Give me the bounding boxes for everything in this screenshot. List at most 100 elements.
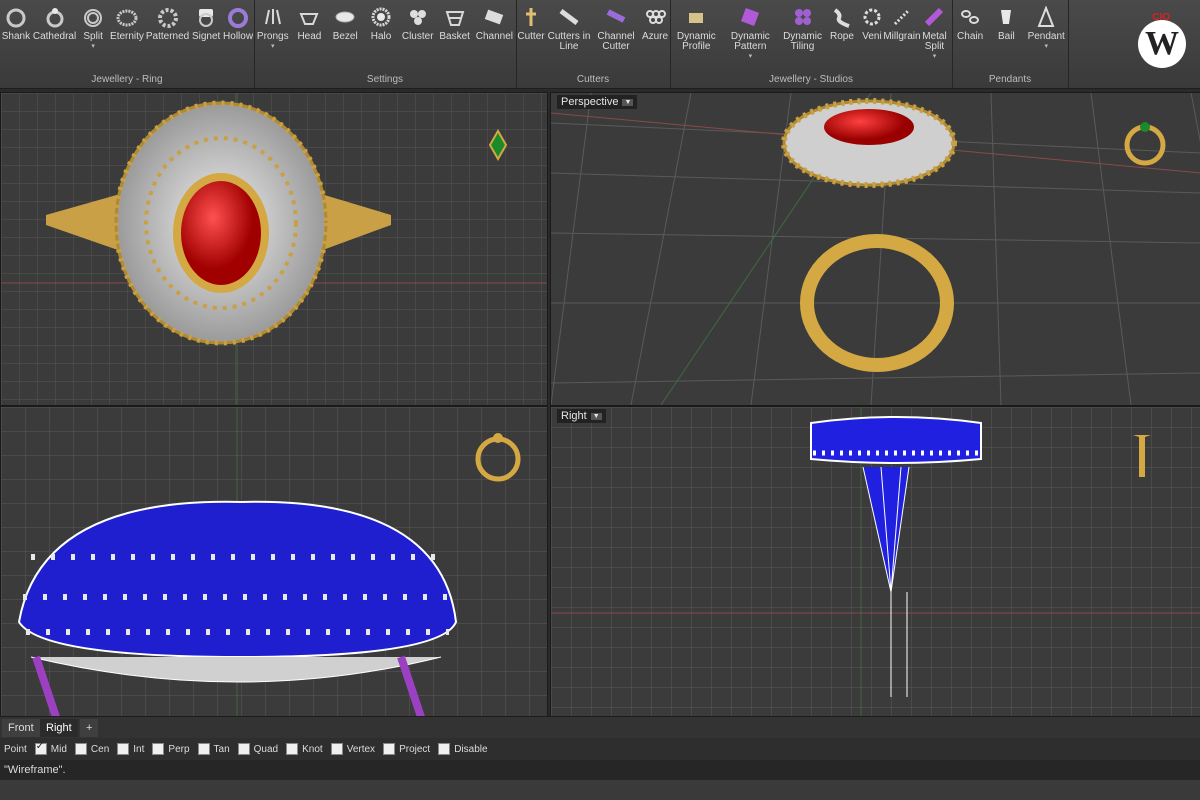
viewport-menu-dropdown-icon[interactable]: ▼ [622, 98, 634, 106]
osnap-label: Point [4, 743, 27, 755]
cluster-tool[interactable]: Cluster [402, 6, 434, 70]
top-view-canvas [1, 93, 547, 405]
command-line[interactable]: "Wireframe". [0, 760, 1200, 780]
tool-label: Channel Cutter [597, 31, 635, 52]
halo-tool[interactable]: Halo [366, 6, 396, 70]
tool-label: Chain [957, 31, 984, 42]
front-view-canvas [1, 407, 547, 717]
viewport-perspective[interactable]: Perspective ▼ [550, 92, 1200, 406]
tool-label: Bail [998, 31, 1015, 42]
checkbox[interactable] [197, 743, 210, 755]
viewport-front[interactable] [0, 406, 548, 718]
tool-label: Azure [641, 31, 669, 42]
azure-tool[interactable]: Azure [640, 6, 670, 70]
cathedral-ring-icon [46, 8, 64, 28]
cutters-in-line-icon [559, 9, 579, 25]
tool-label: Signet [191, 31, 221, 42]
tool-label: Pendant [1027, 31, 1065, 42]
rope-tool[interactable]: Rope [827, 6, 857, 70]
checkbox[interactable] [152, 743, 165, 755]
shank-icon [6, 8, 26, 28]
viewport-tab-perspective[interactable]: Perspective ▼ [557, 95, 638, 109]
osnap-disable[interactable]: Disable [438, 743, 488, 755]
group-label: Pendants [988, 74, 1032, 85]
osnap-cen[interactable]: Cen [74, 743, 109, 755]
basket-tool[interactable]: Basket [439, 6, 470, 70]
signet-tool[interactable]: Signet [191, 6, 221, 70]
checkbox[interactable] [383, 743, 396, 755]
tool-label: Cutters in Line [547, 31, 591, 52]
bail-icon [1001, 10, 1012, 24]
checkbox[interactable] [438, 743, 451, 755]
channel-cutter-icon [606, 9, 626, 23]
osnap-label: Perp [168, 743, 190, 755]
dynamic-tiling-tool[interactable]: Dynamic Tiling [778, 6, 827, 70]
osnap-vertex[interactable]: Vertex [330, 743, 376, 755]
group-label: Jewellery - Studios [769, 74, 853, 85]
osnap-quad[interactable]: Quad [237, 743, 278, 755]
osnap-point[interactable]: Point [4, 744, 27, 755]
dynamic-profile-tool[interactable]: Dynamic Profile [670, 6, 723, 70]
rope-icon [833, 8, 850, 28]
cutter-tool[interactable]: Cutter [516, 6, 546, 70]
viewport-tab-right[interactable]: Right ▼ [557, 409, 606, 423]
hollow-tool[interactable]: Hollow [223, 6, 253, 70]
head-tool[interactable]: Head [294, 6, 324, 70]
checkbox-checked[interactable] [34, 741, 47, 755]
cutters-in-line-tool[interactable]: Cutters in Line [546, 6, 592, 70]
bezel-tool[interactable]: Bezel [330, 6, 360, 70]
shank-tool[interactable]: Shank [1, 6, 31, 70]
tab-front[interactable]: Front [2, 719, 40, 737]
dropdown-arrow-icon: ▾ [748, 53, 753, 60]
osnap-label: Tan [213, 743, 230, 755]
millgrain-tool[interactable]: Millgrain [883, 6, 921, 70]
split-tool[interactable]: Split ▾ [78, 6, 108, 70]
eternity-tool[interactable]: Eternity [110, 6, 144, 70]
dynamic-pattern-tool[interactable]: Dynamic Pattern ▾ [723, 6, 779, 70]
osnap-bar: Point Mid Cen Int Perp Tan Quad Knot Ver… [0, 738, 1200, 760]
veni-icon [863, 8, 881, 26]
viewport-menu-dropdown-icon[interactable]: ▼ [590, 412, 602, 420]
basket-icon [445, 11, 464, 26]
add-tab-icon[interactable]: + [80, 719, 99, 737]
perspective-view-canvas [551, 93, 1200, 405]
prongs-tool[interactable]: Prongs ▾ [257, 6, 289, 70]
checkbox[interactable] [237, 743, 250, 755]
channel-cutter-tool[interactable]: Channel Cutter [592, 6, 640, 70]
osnap-knot[interactable]: Knot [286, 743, 323, 755]
viewport-top[interactable] [0, 92, 548, 406]
osnap-mid[interactable]: Mid [34, 741, 67, 755]
tab-right[interactable]: Right [40, 719, 78, 737]
osnap-tan[interactable]: Tan [197, 743, 230, 755]
metal-split-icon [925, 7, 944, 27]
metal-split-tool[interactable]: Metal Split ▾ [917, 6, 952, 70]
patterned-tool[interactable]: Patterned [146, 6, 189, 70]
osnap-perp[interactable]: Perp [152, 743, 190, 755]
osnap-label: Int [133, 743, 145, 755]
osnap-project[interactable]: Project [383, 743, 430, 755]
checkbox[interactable] [286, 743, 299, 755]
viewport-right[interactable]: Right ▼ [550, 406, 1200, 718]
ribbon-group-cutters: Cutter Cutters in Line Channel Cutter Az… [516, 0, 671, 88]
tool-label: Channel [475, 31, 513, 42]
pendant-icon [1037, 6, 1055, 27]
group-label: Settings [366, 74, 404, 85]
bail-tool[interactable]: Bail [991, 6, 1021, 70]
tool-label: Halo [370, 31, 392, 42]
checkbox[interactable] [117, 743, 130, 755]
osnap-int[interactable]: Int [117, 743, 144, 755]
chain-tool[interactable]: Chain [955, 6, 985, 70]
head-setting-icon [299, 13, 319, 25]
tool-label: Basket [439, 31, 470, 42]
checkbox[interactable] [330, 743, 343, 755]
pendant-tool[interactable]: Pendant ▾ [1028, 6, 1065, 70]
tool-label: Bezel [332, 31, 358, 42]
checkbox[interactable] [74, 743, 87, 755]
channel-icon [485, 9, 504, 25]
tool-label: Split [83, 31, 103, 42]
cathedral-tool[interactable]: Cathedral [33, 6, 76, 70]
prongs-icon [264, 9, 281, 25]
channel-tool[interactable]: Channel [476, 6, 513, 70]
osnap-label: Vertex [346, 743, 376, 755]
dynamic-profile-icon [689, 13, 704, 23]
